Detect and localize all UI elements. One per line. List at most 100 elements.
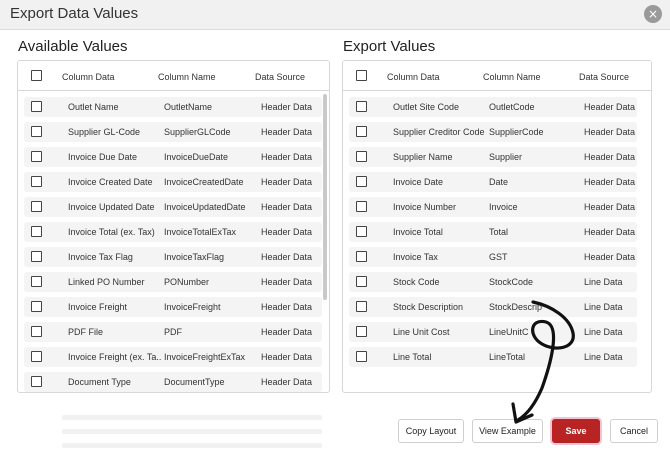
row-checkbox[interactable]: [356, 101, 367, 112]
available-row[interactable]: Invoice Freight InvoiceFreight Header Data: [24, 297, 322, 317]
row-column-data: Document Type: [68, 377, 131, 387]
row-data-source: Line Data: [584, 277, 623, 287]
row-checkbox[interactable]: [31, 251, 42, 262]
row-column-data: Invoice Tax: [393, 252, 438, 262]
export-row[interactable]: Supplier Creditor Code SupplierCode Header…: [349, 122, 637, 142]
row-column-data: Line Total: [393, 352, 432, 362]
row-data-source: Header Data: [261, 252, 313, 262]
export-row[interactable]: Invoice Date Date Header Data: [349, 172, 637, 192]
view-example-button[interactable]: View Example: [472, 419, 543, 443]
copy-layout-button[interactable]: Copy Layout: [398, 419, 464, 443]
row-checkbox[interactable]: [356, 326, 367, 337]
row-checkbox[interactable]: [356, 151, 367, 162]
row-checkbox[interactable]: [31, 151, 42, 162]
select-all-export-checkbox[interactable]: [356, 70, 367, 81]
row-column-name: PONumber: [164, 277, 210, 287]
row-column-data: Invoice Total: [393, 227, 443, 237]
row-checkbox[interactable]: [356, 276, 367, 287]
available-row[interactable]: Invoice Updated Date InvoiceUpdatedDate He…: [24, 197, 322, 217]
available-row[interactable]: Invoice Created Date InvoiceCreatedDate He…: [24, 172, 322, 192]
row-column-data: Supplier Name: [393, 152, 453, 162]
row-checkbox[interactable]: [356, 201, 367, 212]
row-column-name: StockCode: [489, 277, 534, 287]
row-column-name: InvoiceFreight: [164, 302, 221, 312]
row-checkbox[interactable]: [31, 326, 42, 337]
row-checkbox[interactable]: [31, 101, 42, 112]
export-row[interactable]: Line Total LineTotal Line Data: [349, 347, 637, 367]
row-data-source: Header Data: [261, 277, 313, 287]
export-row[interactable]: Invoice Tax GST Header Data: [349, 247, 637, 267]
available-row[interactable]: Linked PO Number PONumber Header Data: [24, 272, 322, 292]
available-row[interactable]: PDF File PDF Header Data: [24, 322, 322, 342]
row-checkbox[interactable]: [31, 201, 42, 212]
row-column-data: Invoice Total (ex. Tax): [68, 227, 155, 237]
row-column-name: DocumentType: [164, 377, 225, 387]
row-column-name: Invoice: [489, 202, 518, 212]
faded-background-text: [62, 406, 322, 454]
available-row[interactable]: Supplier GL-Code SupplierGLCode Header Dat…: [24, 122, 322, 142]
export-row[interactable]: Supplier Name Supplier Header Data: [349, 147, 637, 167]
row-checkbox[interactable]: [356, 251, 367, 262]
row-column-name: Total: [489, 227, 509, 237]
cancel-button[interactable]: Cancel: [610, 419, 658, 443]
row-checkbox[interactable]: [31, 376, 42, 387]
available-values-list: Column Data Column Name Data Source Outl…: [17, 60, 330, 393]
export-header-row: Column Data Column Name Data Source: [343, 61, 651, 91]
row-column-data: Invoice Updated Date: [68, 202, 155, 212]
row-data-source: Header Data: [584, 227, 636, 237]
row-column-name: OutletCode: [489, 102, 535, 112]
row-column-data: Invoice Date: [393, 177, 444, 187]
export-row[interactable]: Line Unit Cost LineUnitC Line Data: [349, 322, 637, 342]
row-column-name: LineTotal: [489, 352, 526, 362]
header-column-data: Column Data: [62, 72, 115, 82]
row-column-data: Line Unit Cost: [393, 327, 450, 337]
export-row[interactable]: Invoice Total Total Header Data: [349, 222, 637, 242]
available-row[interactable]: Outlet Name OutletName Header Data: [24, 97, 322, 117]
row-data-source: Header Data: [261, 302, 313, 312]
row-data-source: Header Data: [584, 202, 636, 212]
row-checkbox[interactable]: [356, 176, 367, 187]
export-row[interactable]: Outlet Site Code OutletCode Header Data: [349, 97, 637, 117]
row-data-source: Line Data: [584, 302, 623, 312]
row-column-name: InvoiceTaxFlag: [164, 252, 225, 262]
export-row[interactable]: Invoice Number Invoice Header Data: [349, 197, 637, 217]
row-column-name: Date: [489, 177, 509, 187]
header-data-source: Data Source: [255, 72, 306, 82]
row-column-name: InvoiceUpdatedDate: [164, 202, 246, 212]
save-button[interactable]: Save: [552, 419, 600, 443]
available-row[interactable]: Document Type DocumentType Header Data: [24, 372, 322, 392]
row-checkbox[interactable]: [356, 351, 367, 362]
export-row[interactable]: Stock Code StockCode Line Data: [349, 272, 637, 292]
available-row[interactable]: Invoice Tax Flag InvoiceTaxFlag Header Dat…: [24, 247, 322, 267]
select-all-available-checkbox[interactable]: [31, 70, 42, 81]
row-checkbox[interactable]: [356, 301, 367, 312]
row-column-data: Linked PO Number: [68, 277, 145, 287]
row-column-name: StockDescrip: [489, 302, 543, 312]
available-row[interactable]: Invoice Total (ex. Tax) InvoiceTotalExTax…: [24, 222, 322, 242]
available-row[interactable]: Invoice Freight (ex. Ta... InvoiceFreight…: [24, 347, 322, 367]
row-checkbox[interactable]: [31, 301, 42, 312]
row-column-data: Invoice Due Date: [68, 152, 138, 162]
header-column-data: Column Data: [387, 72, 440, 82]
row-checkbox[interactable]: [356, 226, 367, 237]
row-checkbox[interactable]: [356, 126, 367, 137]
row-checkbox[interactable]: [31, 226, 42, 237]
row-column-data: Stock Code: [393, 277, 440, 287]
row-data-source: Line Data: [584, 352, 623, 362]
export-row[interactable]: Stock Description StockDescrip Line Data: [349, 297, 637, 317]
close-button[interactable]: ×: [644, 5, 662, 23]
available-scrollbar[interactable]: [323, 94, 327, 300]
row-checkbox[interactable]: [31, 351, 42, 362]
row-data-source: Header Data: [584, 252, 636, 262]
dialog-title: Export Data Values: [10, 5, 139, 22]
row-data-source: Header Data: [261, 327, 313, 337]
row-checkbox[interactable]: [31, 276, 42, 287]
available-row[interactable]: Invoice Due Date InvoiceDueDate Header Dat…: [24, 147, 322, 167]
row-checkbox[interactable]: [31, 126, 42, 137]
row-data-source: Header Data: [261, 152, 313, 162]
row-column-data: Outlet Name: [68, 102, 119, 112]
row-column-name: PDF: [164, 327, 182, 337]
available-header-row: Column Data Column Name Data Source: [18, 61, 329, 91]
row-column-name: InvoiceFreightExTax: [164, 352, 246, 362]
row-checkbox[interactable]: [31, 176, 42, 187]
